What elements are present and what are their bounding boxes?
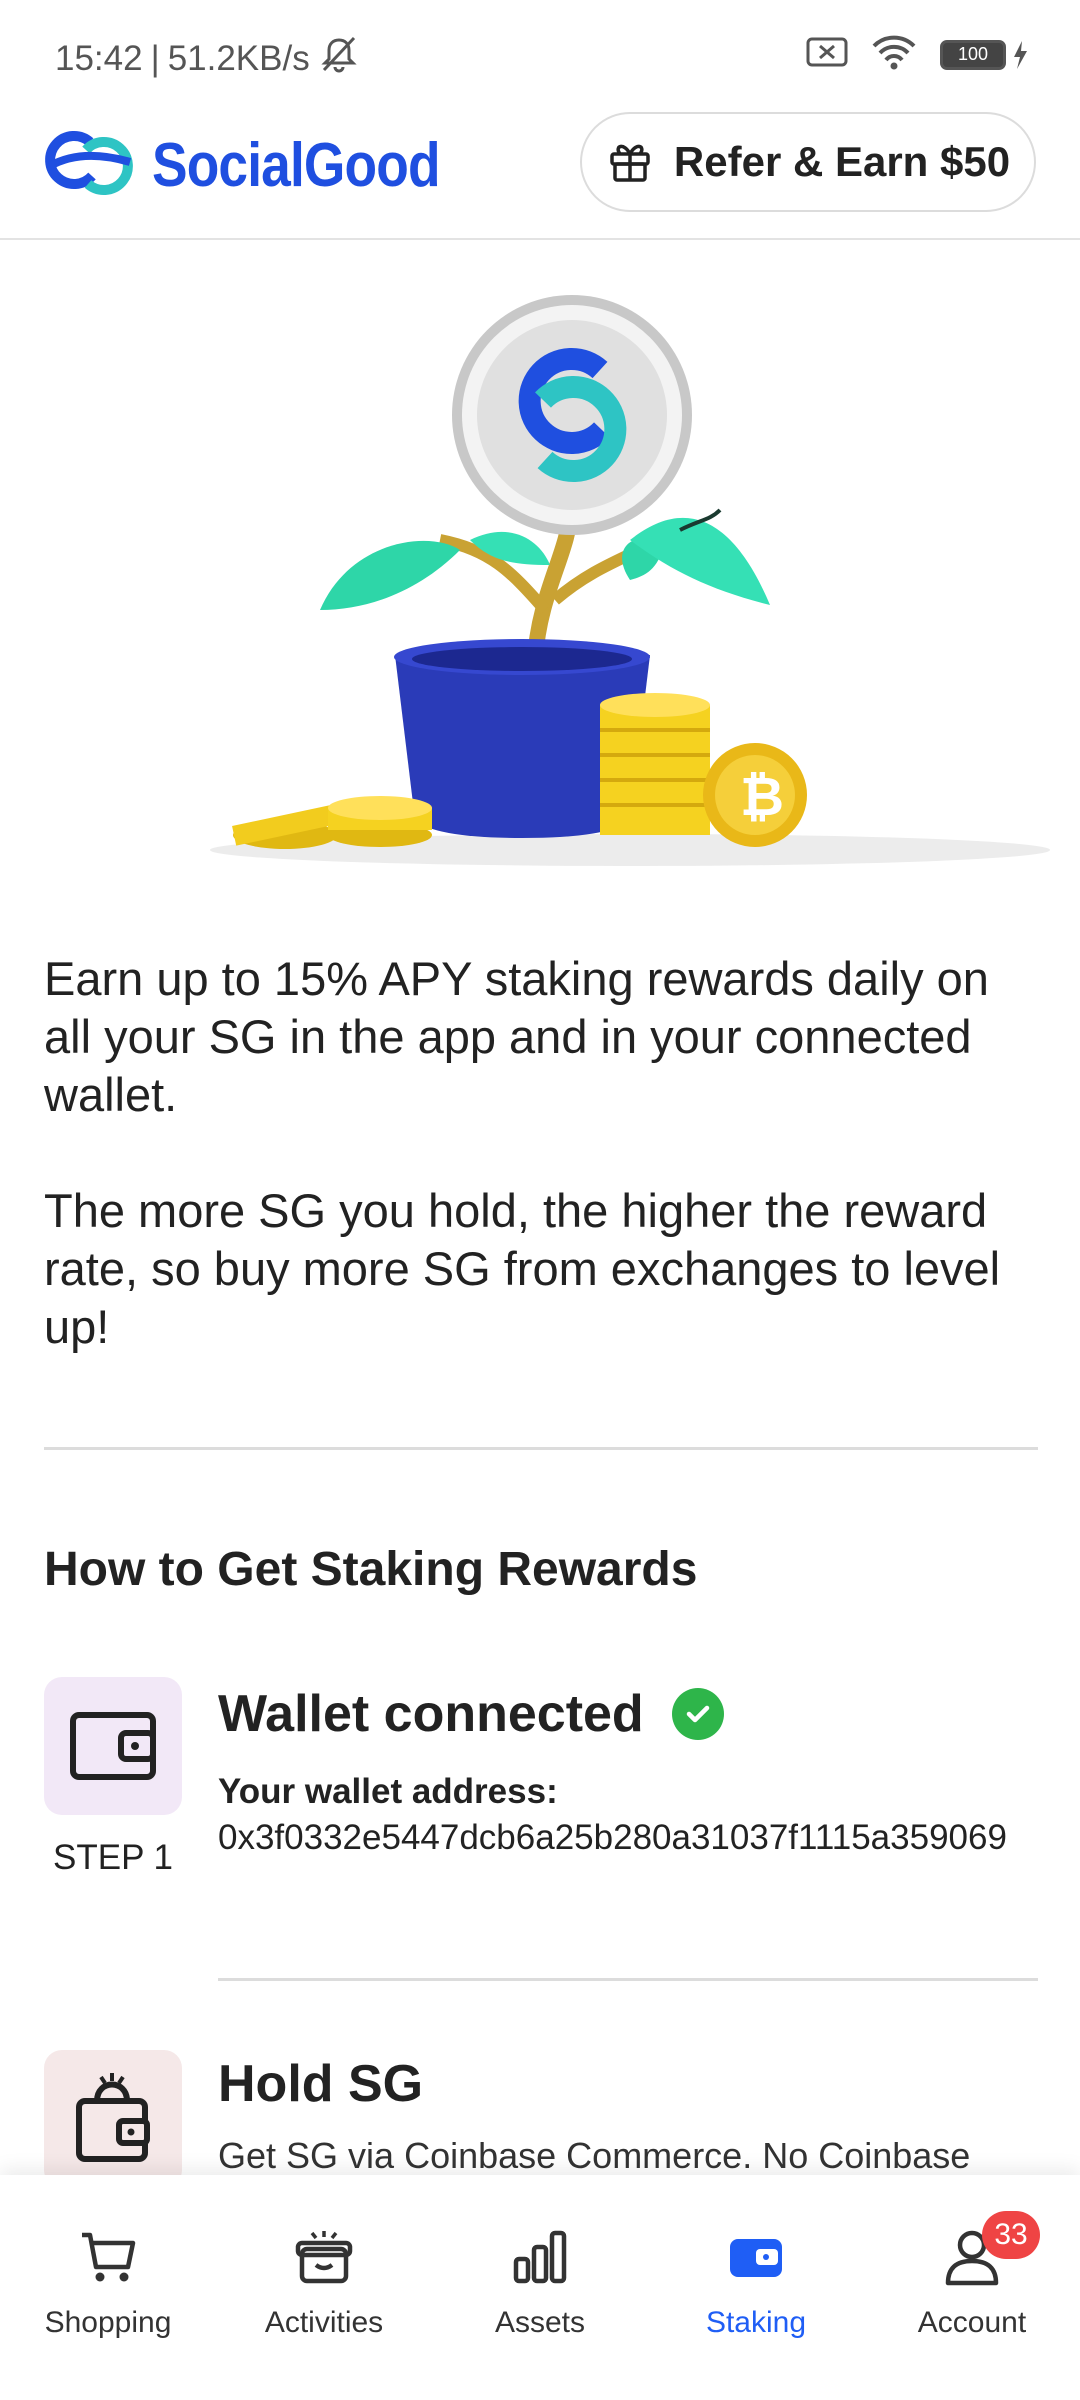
- plant-coin-illustration-icon: ₿: [210, 295, 1050, 866]
- bar-chart-icon: [510, 2227, 570, 2292]
- notification-badge: 33: [982, 2211, 1040, 2259]
- network-speed: 51.2KB/s: [167, 38, 310, 78]
- wifi-icon: [870, 34, 918, 75]
- intro-paragraph-1: Earn up to 15% APY staking rewards daily…: [44, 952, 989, 1121]
- step2-description: Get SG via Coinbase Commerce. No Coinbas…: [218, 2135, 971, 2176]
- wallet-address-value: 0x3f0332e5447dcb6a25b280a31037f1115a3590…: [218, 1818, 1007, 1857]
- battery-level: 100: [957, 44, 989, 64]
- bottom-navigation: Shopping Activities Assets Staking Accou…: [0, 2175, 1080, 2400]
- sg-logo-icon: [42, 128, 138, 203]
- sim-icon: [806, 36, 848, 73]
- wallet-address-label: Your wallet address:: [218, 1772, 558, 1811]
- status-bar: 15:42 | 51.2KB/s 100: [0, 0, 1080, 110]
- battery-icon: 100: [940, 39, 1030, 71]
- nav-activities[interactable]: Activities: [216, 2175, 432, 2400]
- cart-icon: [78, 2227, 138, 2292]
- status-separator: |: [150, 38, 160, 78]
- step1-label: STEP 1: [53, 1838, 173, 1877]
- step-divider: [218, 1978, 1038, 1981]
- status-left: 15:42 | 51.2KB/s: [55, 34, 360, 83]
- brand-logo[interactable]: SocialGood: [42, 128, 486, 203]
- gift-icon: [606, 136, 654, 189]
- section-divider: [44, 1447, 1038, 1450]
- step1-title: Wallet connected: [218, 1684, 724, 1744]
- nav-staking[interactable]: Staking: [648, 2175, 864, 2400]
- nav-shopping[interactable]: Shopping: [0, 2175, 216, 2400]
- nav-account[interactable]: Account 33: [864, 2175, 1080, 2400]
- shopping-bag-wallet-icon: [71, 2069, 155, 2170]
- step1-title-text: Wallet connected: [218, 1685, 644, 1743]
- status-right: 100: [806, 34, 1030, 75]
- nav-label-staking: Staking: [705, 2306, 807, 2339]
- step2-icon-box: [44, 2050, 182, 2188]
- step2-title: Hold SG: [218, 2055, 424, 2113]
- nav-label-account: Account: [917, 2306, 1027, 2339]
- nav-assets[interactable]: Assets: [432, 2175, 648, 2400]
- step1-icon-box: [44, 1677, 182, 1815]
- nav-label-assets: Assets: [494, 2306, 586, 2339]
- staking-hero-illustration: ₿: [210, 290, 1080, 870]
- gift-box-icon: [294, 2227, 354, 2292]
- wallet-icon: [726, 2227, 786, 2292]
- section-title: How to Get Staking Rewards: [44, 1543, 698, 1596]
- status-time: 15:42: [55, 38, 143, 78]
- check-circle-icon: [671, 1688, 724, 1740]
- mute-icon: [318, 34, 360, 83]
- wallet-outline-icon: [67, 1705, 159, 1788]
- svg-text:₿: ₿: [740, 765, 784, 828]
- refer-earn-button[interactable]: Refer & Earn $50: [580, 112, 1036, 212]
- staking-intro: Earn up to 15% APY staking rewards daily…: [44, 950, 1044, 1356]
- brand-name: SocialGood: [152, 131, 441, 200]
- app-header: SocialGood Refer & Earn $50: [0, 110, 1080, 240]
- nav-label-shopping: Shopping: [44, 2306, 172, 2339]
- nav-label-activities: Activities: [264, 2306, 384, 2339]
- refer-earn-label: Refer & Earn $50: [673, 138, 1011, 185]
- intro-paragraph-2: The more SG you hold, the higher the rew…: [44, 1184, 1001, 1353]
